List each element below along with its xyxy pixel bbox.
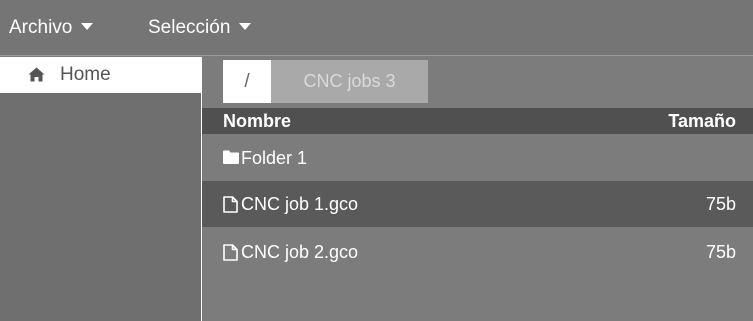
main-panel: / CNC jobs 3 Nombre Tamaño Folder 1 CNC … <box>202 57 753 321</box>
menu-bar: Archivo Selección <box>0 0 753 56</box>
folder-icon <box>223 150 239 164</box>
home-icon <box>28 67 45 82</box>
sidebar-item-label: Home <box>60 64 111 85</box>
sidebar-item-home[interactable]: Home <box>0 57 201 93</box>
table-header: Nombre Tamaño <box>202 108 753 134</box>
file-icon <box>223 244 238 261</box>
breadcrumb-root[interactable]: / <box>223 60 271 103</box>
sidebar: Home <box>0 57 202 321</box>
column-header-name[interactable]: Nombre <box>223 108 291 134</box>
table-row[interactable]: Folder 1 <box>202 135 753 181</box>
table-row[interactable]: CNC job 1.gco 75b <box>202 181 753 227</box>
file-menu[interactable]: Archivo <box>9 0 94 55</box>
file-menu-label: Archivo <box>9 17 73 38</box>
chevron-down-icon <box>81 23 94 30</box>
row-size: 75b <box>705 194 736 214</box>
column-header-size[interactable]: Tamaño <box>668 108 736 134</box>
row-name: CNC job 2.gco <box>241 242 359 262</box>
row-name: Folder 1 <box>241 148 308 168</box>
selection-menu-label: Selección <box>148 17 231 38</box>
row-name: CNC job 1.gco <box>241 194 359 214</box>
breadcrumb-current-folder[interactable]: CNC jobs 3 <box>271 60 428 103</box>
table-row[interactable]: CNC job 2.gco 75b <box>202 229 753 275</box>
chevron-down-icon <box>239 23 252 30</box>
file-icon <box>223 196 238 213</box>
file-browser-app: Archivo Selección Home / CNC jobs 3 Nomb… <box>0 0 753 321</box>
row-size: 75b <box>705 242 736 262</box>
selection-menu[interactable]: Selección <box>148 0 252 55</box>
